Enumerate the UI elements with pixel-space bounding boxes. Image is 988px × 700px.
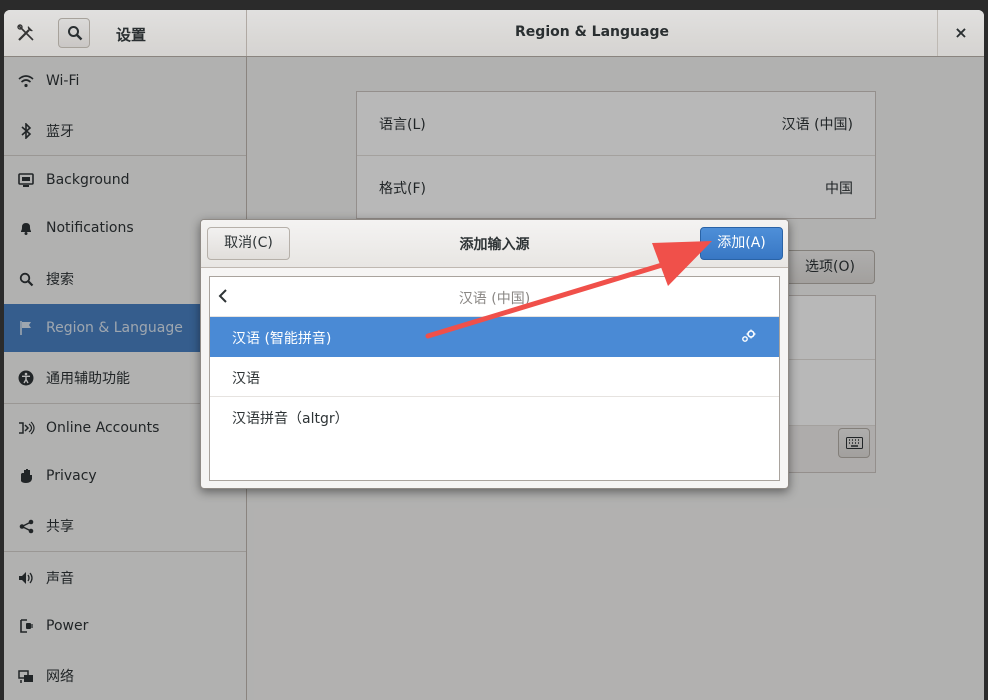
list-header-label: 汉语 (中国) (458, 291, 531, 307)
list-item-label: 汉语 (232, 371, 260, 387)
add-input-source-dialog: 添加输入源 取消(C) 添加(A) 汉语 (中国) 汉语 (智能拼音) 汉语 汉… (200, 219, 789, 489)
input-source-list: 汉语 (中国) 汉语 (智能拼音) 汉语 汉语拼音（altgr） (209, 276, 780, 481)
list-item[interactable]: 汉语拼音（altgr） (210, 397, 779, 437)
list-item-label: 汉语拼音（altgr） (232, 411, 349, 427)
list-item[interactable]: 汉语 (智能拼音) (210, 317, 779, 357)
list-item-label: 汉语 (智能拼音) (232, 331, 332, 347)
list-item[interactable]: 汉语 (210, 357, 779, 397)
list-header-row[interactable]: 汉语 (中国) (210, 277, 779, 317)
settings-gear-icon[interactable] (741, 329, 757, 347)
modal-dim-header (4, 10, 984, 56)
cancel-button[interactable]: 取消(C) (207, 227, 290, 260)
add-button[interactable]: 添加(A) (700, 227, 783, 260)
dialog-header: 添加输入源 取消(C) 添加(A) (201, 220, 788, 268)
